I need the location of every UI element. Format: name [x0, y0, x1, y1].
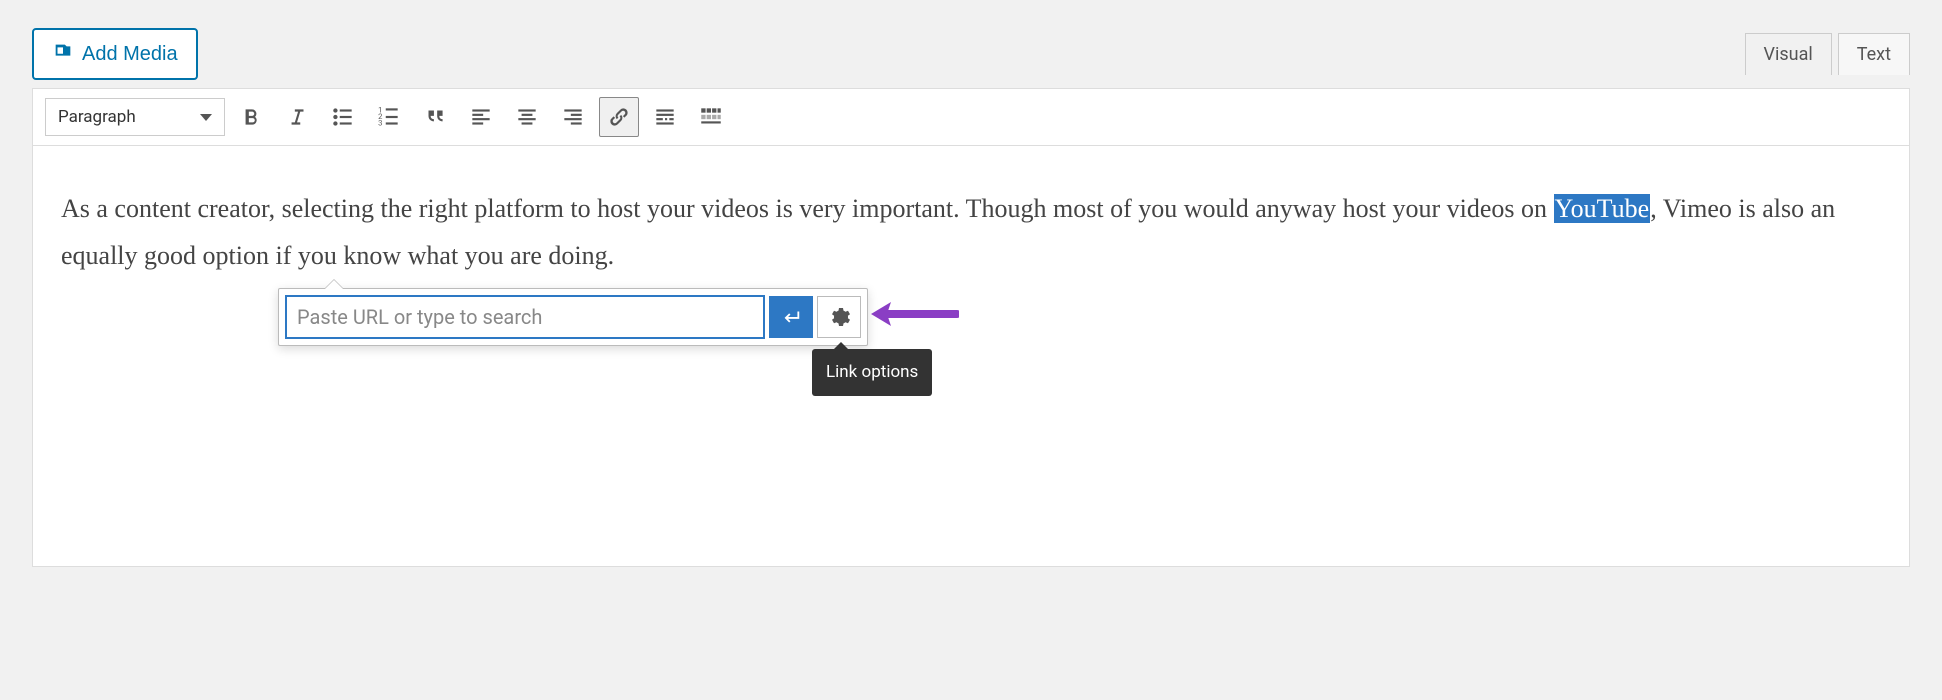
numbered-list-button[interactable]: 123: [369, 97, 409, 137]
paragraph[interactable]: As a content creator, selecting the righ…: [61, 186, 1881, 280]
camera-music-icon: [52, 40, 74, 68]
editor-toolbar: Paragraph 123: [33, 89, 1909, 146]
editor-topbar: Add Media Visual Text: [32, 28, 1910, 80]
gear-icon: [827, 305, 851, 329]
content-area[interactable]: As a content creator, selecting the righ…: [33, 146, 1909, 566]
editor-box: Paragraph 123: [32, 88, 1910, 567]
link-options-button[interactable]: Link options: [817, 296, 861, 338]
toolbar-toggle-button[interactable]: [691, 97, 731, 137]
italic-icon: [284, 104, 310, 130]
align-right-icon: [560, 104, 586, 130]
align-center-button[interactable]: [507, 97, 547, 137]
link-icon: [606, 104, 632, 130]
blockquote-button[interactable]: [415, 97, 455, 137]
editor-shell: Add Media Visual Text Paragraph 123: [32, 28, 1910, 567]
annotation-arrow: [869, 294, 959, 350]
format-dropdown[interactable]: Paragraph: [45, 98, 225, 136]
tab-text[interactable]: Text: [1838, 33, 1910, 75]
read-more-icon: [652, 104, 678, 130]
numbered-list-icon: 123: [376, 104, 402, 130]
svg-text:3: 3: [378, 119, 382, 128]
align-left-icon: [468, 104, 494, 130]
link-options-tooltip: Link options: [812, 349, 932, 396]
apply-link-button[interactable]: [769, 296, 813, 338]
bullet-list-button[interactable]: [323, 97, 363, 137]
align-left-button[interactable]: [461, 97, 501, 137]
selected-text[interactable]: YouTube: [1554, 194, 1651, 223]
editor-tabs: Visual Text: [1745, 33, 1910, 75]
align-right-button[interactable]: [553, 97, 593, 137]
enter-arrow-icon: [780, 306, 802, 328]
quote-icon: [422, 104, 448, 130]
add-media-label: Add Media: [82, 43, 178, 66]
link-url-input[interactable]: [285, 295, 765, 339]
kitchen-sink-icon: [698, 104, 724, 130]
bullet-list-icon: [330, 104, 356, 130]
add-media-button[interactable]: Add Media: [32, 28, 198, 80]
link-popover: Link options: [278, 288, 868, 346]
text-before: As a content creator, selecting the righ…: [61, 194, 1554, 223]
bold-button[interactable]: [231, 97, 271, 137]
tab-visual[interactable]: Visual: [1745, 33, 1832, 75]
bold-icon: [238, 104, 264, 130]
italic-button[interactable]: [277, 97, 317, 137]
chevron-down-icon: [200, 114, 212, 121]
insert-link-button[interactable]: [599, 97, 639, 137]
align-center-icon: [514, 104, 540, 130]
insert-more-button[interactable]: [645, 97, 685, 137]
format-dropdown-label: Paragraph: [58, 107, 136, 127]
